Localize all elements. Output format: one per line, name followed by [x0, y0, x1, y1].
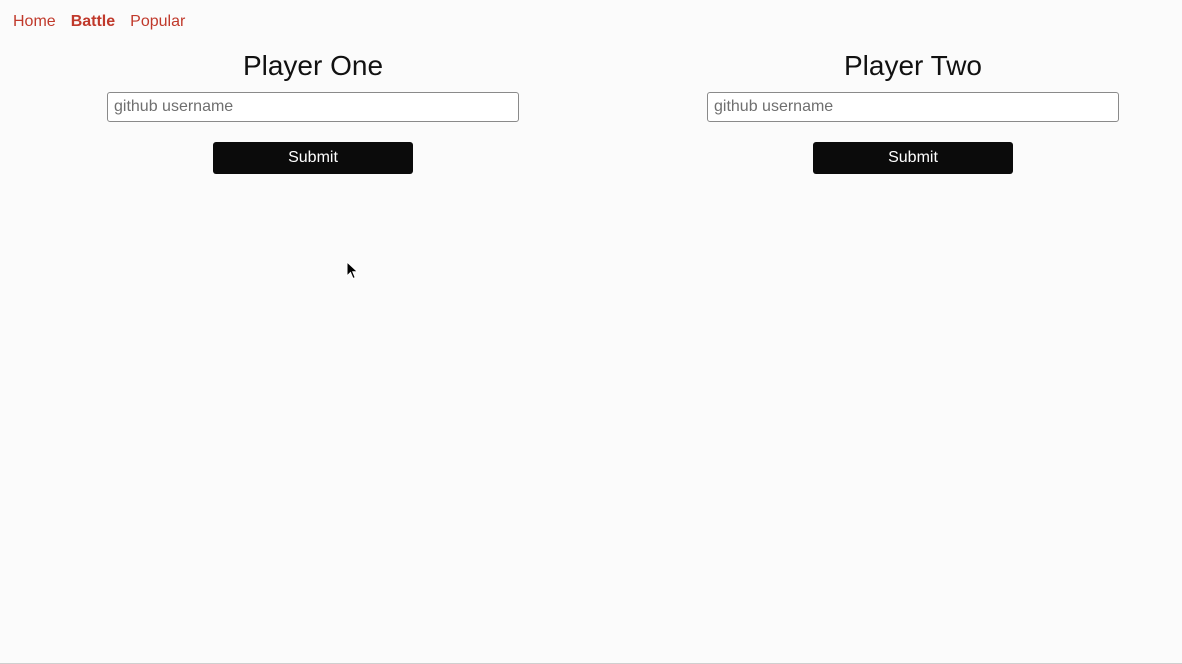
- player-one-title: Player One: [242, 50, 384, 81]
- player-one-panel: Player One Submit: [107, 48, 519, 174]
- player-two-title: Player Two: [844, 50, 982, 81]
- player-one-submit-button[interactable]: Submit: [213, 142, 413, 174]
- player-two-submit-button[interactable]: Submit: [813, 142, 1013, 174]
- player-two-username-input[interactable]: [707, 92, 1119, 122]
- nav-link-popular[interactable]: Popular: [130, 12, 185, 32]
- player-two-panel: Player Two Submit: [707, 48, 1119, 174]
- nav-link-home[interactable]: Home: [13, 12, 56, 32]
- mouse-pointer-icon: [346, 261, 359, 280]
- player-one-username-input[interactable]: [107, 92, 519, 122]
- top-nav: Home Battle Popular: [13, 12, 200, 32]
- nav-link-battle[interactable]: Battle: [71, 12, 115, 32]
